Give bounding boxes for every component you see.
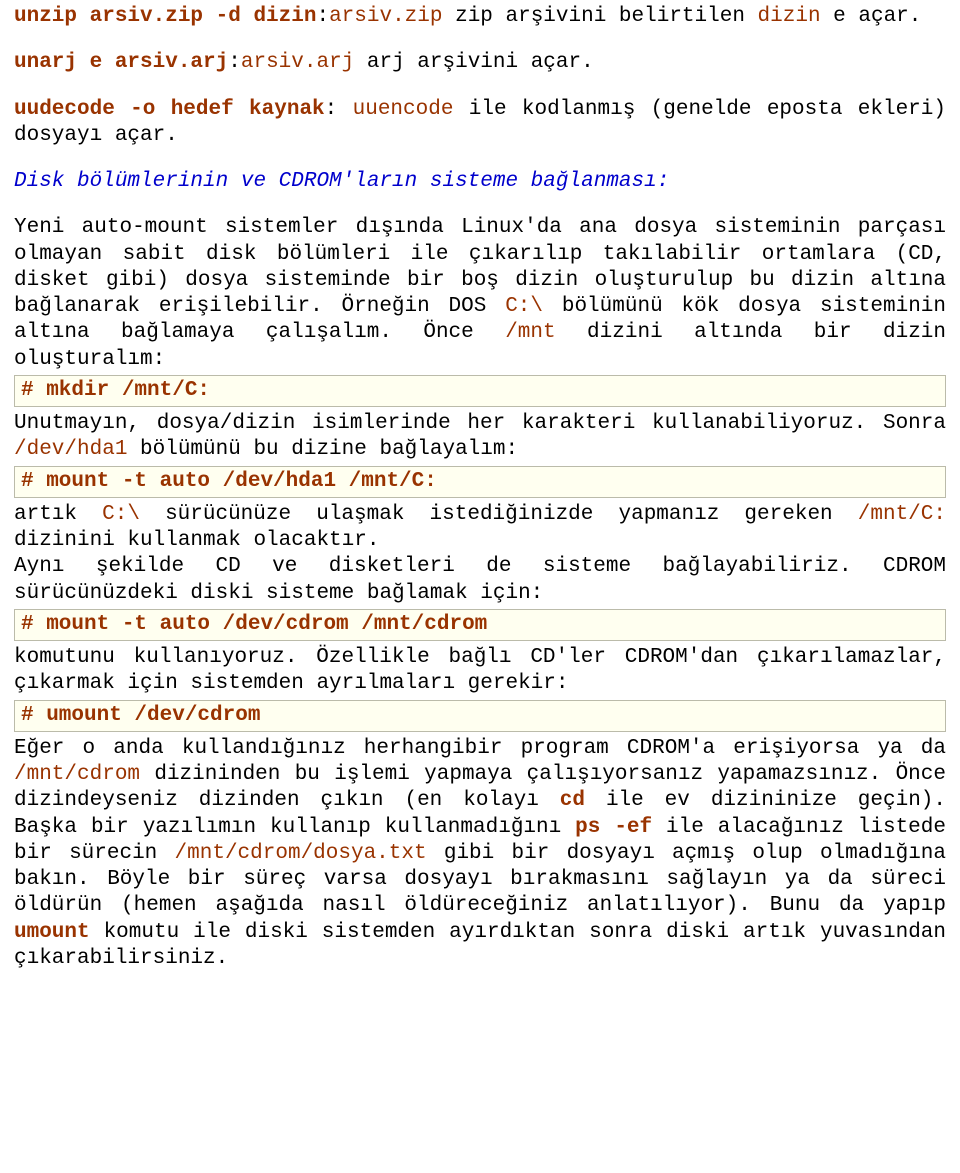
- cmd-unzip: unzip arsiv.zip -d dizin: [14, 5, 316, 28]
- para-umount-intro: komutunu kullanıyoruz. Özellikle bağlı C…: [14, 645, 946, 698]
- para-uudecode: uudecode -o hedef kaynak: uuencode ile k…: [14, 97, 946, 150]
- cmd-ps: ps -ef: [575, 816, 652, 839]
- para-mount-result: artık C:\ sürücünüze ulaşmak istediğiniz…: [14, 502, 946, 607]
- arg-unzip: arsiv.zip: [329, 5, 442, 28]
- para-unarj: unarj e arsiv.arj:arsiv.arj arj arşivini…: [14, 50, 946, 76]
- para-mount-dev: Unutmayın, dosya/dizin isimlerinde her k…: [14, 411, 946, 464]
- codebox-mount-hda1: # mount -t auto /dev/hda1 /mnt/C:: [14, 466, 946, 498]
- para-umount-detail: Eğer o anda kullandığınız herhangibir pr…: [14, 736, 946, 972]
- cmd-umount: umount: [14, 921, 90, 944]
- codebox-mkdir: # mkdir /mnt/C:: [14, 375, 946, 407]
- arg-uudecode: uuencode: [353, 98, 454, 121]
- section-heading: Disk bölümlerinin ve CDROM'ların sisteme…: [14, 169, 946, 195]
- cmd-unarj: unarj e arsiv.arj: [14, 51, 228, 74]
- cmd-uudecode: uudecode -o hedef kaynak: [14, 98, 325, 121]
- para-mount-intro: Yeni auto-mount sistemler dışında Linux'…: [14, 215, 946, 373]
- cmd-cd: cd: [560, 789, 585, 812]
- codebox-mount-cdrom: # mount -t auto /dev/cdrom /mnt/cdrom: [14, 609, 946, 641]
- para-unzip: unzip arsiv.zip -d dizin:arsiv.zip zip a…: [14, 4, 946, 30]
- codebox-umount-cdrom: # umount /dev/cdrom: [14, 700, 946, 732]
- arg-unarj: arsiv.arj: [241, 51, 354, 74]
